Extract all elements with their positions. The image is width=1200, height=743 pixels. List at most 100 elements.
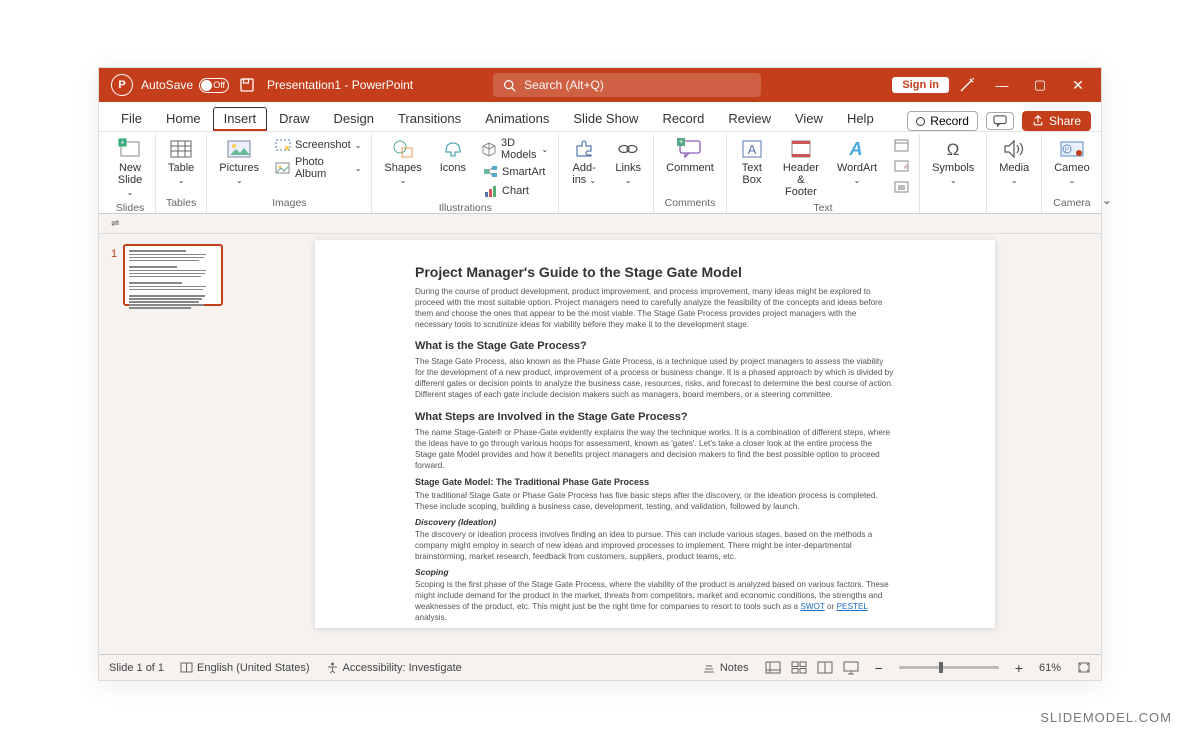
- zoom-slider[interactable]: [899, 666, 999, 669]
- tab-view[interactable]: View: [783, 106, 835, 131]
- heading-traditional: Stage Gate Model: The Traditional Phase …: [415, 477, 895, 487]
- tab-record[interactable]: Record: [650, 106, 716, 131]
- zoom-out-button[interactable]: −: [875, 660, 883, 676]
- 3d-models-button[interactable]: 3D Models ⌄: [480, 136, 550, 162]
- omega-icon: Ω: [940, 138, 966, 160]
- comment-icon: +: [677, 138, 703, 160]
- shapes-button[interactable]: Shapes⌄: [380, 136, 425, 188]
- link-pestel[interactable]: PESTEL: [837, 602, 868, 611]
- photo-album-button[interactable]: Photo Album ⌄: [273, 155, 363, 181]
- svg-text:A: A: [748, 142, 757, 157]
- slide-thumbnail-panel[interactable]: 1: [99, 234, 229, 654]
- ribbon-group-illustrations: Shapes⌄ Icons 3D Models ⌄ SmartArt Chart…: [372, 134, 559, 213]
- object-icon: [893, 179, 909, 195]
- smartart-icon: [482, 164, 498, 180]
- title-bar: P AutoSave Off Presentation1 - PowerPoin…: [99, 68, 1101, 102]
- zoom-in-button[interactable]: +: [1015, 660, 1023, 676]
- ribbon-group-images: Pictures⌄ Screenshot ⌄ Photo Album ⌄ Ima…: [207, 134, 372, 213]
- slide-counter[interactable]: Slide 1 of 1: [109, 662, 164, 674]
- object-button[interactable]: [891, 178, 911, 196]
- tab-insert[interactable]: Insert: [213, 107, 268, 131]
- slide-sorter-button[interactable]: [791, 661, 807, 675]
- share-button[interactable]: Share: [1022, 111, 1091, 131]
- slide-editor-area[interactable]: Project Manager's Guide to the Stage Gat…: [229, 234, 1101, 654]
- slide-thumbnail-1[interactable]: 1: [123, 244, 223, 306]
- textbox-button[interactable]: A TextBox: [735, 136, 769, 188]
- svg-text:+: +: [120, 140, 124, 147]
- date-time-icon: [893, 137, 909, 153]
- slide-number-button[interactable]: #: [891, 157, 911, 175]
- new-slide-icon: +: [117, 138, 143, 160]
- tab-design[interactable]: Design: [322, 106, 386, 131]
- table-button[interactable]: Table⌄: [164, 136, 198, 188]
- svg-text:Ω: Ω: [947, 140, 960, 159]
- record-button[interactable]: Record: [907, 111, 978, 131]
- qat-customize-icon[interactable]: ⇌: [111, 218, 119, 229]
- slideshow-view-button[interactable]: [843, 661, 859, 675]
- accessibility-button[interactable]: Accessibility: Investigate: [326, 661, 462, 674]
- ribbon-group-text: A TextBox Header& Footer A WordArt⌄ # Te…: [727, 134, 920, 213]
- chart-button[interactable]: Chart: [480, 182, 550, 200]
- symbols-button[interactable]: Ω Symbols⌄: [928, 136, 978, 188]
- pictures-button[interactable]: Pictures⌄: [215, 136, 263, 188]
- collapse-ribbon-button[interactable]: ⌄: [1102, 193, 1112, 207]
- powerpoint-window: P AutoSave Off Presentation1 - PowerPoin…: [98, 67, 1102, 681]
- screenshot-icon: [275, 137, 291, 153]
- tab-review[interactable]: Review: [716, 106, 783, 131]
- cameo-button[interactable]: P Cameo⌄: [1050, 136, 1093, 188]
- zoom-level[interactable]: 61%: [1039, 662, 1061, 674]
- new-slide-button[interactable]: + NewSlide ⌄: [113, 136, 147, 200]
- screenshot-button[interactable]: Screenshot ⌄: [273, 136, 363, 154]
- save-icon[interactable]: [239, 77, 255, 93]
- ribbon-group-media: Media⌄: [987, 134, 1042, 213]
- autosave-label: AutoSave: [141, 78, 193, 92]
- reading-view-button[interactable]: [817, 661, 833, 675]
- language-button[interactable]: English (United States): [180, 661, 310, 674]
- search-box[interactable]: Search (Alt+Q): [493, 73, 761, 97]
- powerpoint-logo-icon: P: [111, 74, 133, 96]
- textbox-icon: A: [739, 138, 765, 160]
- tab-file[interactable]: File: [109, 106, 154, 131]
- normal-view-button[interactable]: [765, 661, 781, 675]
- svg-text:A: A: [849, 139, 863, 159]
- tab-help[interactable]: Help: [835, 106, 886, 131]
- minimize-button[interactable]: —: [983, 78, 1021, 93]
- quick-access-row: ⇌: [99, 214, 1101, 234]
- comment-button[interactable]: + Comment: [662, 136, 718, 176]
- wordart-button[interactable]: A WordArt⌄: [833, 136, 881, 188]
- heading-what-is: What is the Stage Gate Process?: [415, 340, 895, 352]
- toggle-switch[interactable]: Off: [199, 78, 229, 93]
- smartart-button[interactable]: SmartArt: [480, 163, 550, 181]
- tab-home[interactable]: Home: [154, 106, 213, 131]
- tab-transitions[interactable]: Transitions: [386, 106, 473, 131]
- tab-slideshow[interactable]: Slide Show: [561, 106, 650, 131]
- fit-to-window-button[interactable]: [1077, 661, 1091, 674]
- search-icon: [503, 79, 516, 92]
- heading-steps: What Steps are Involved in the Stage Gat…: [415, 411, 895, 423]
- book-icon: [180, 661, 193, 674]
- close-button[interactable]: ✕: [1059, 77, 1097, 94]
- date-time-button[interactable]: [891, 136, 911, 154]
- autosave-toggle[interactable]: AutoSave Off: [141, 78, 229, 93]
- icons-button[interactable]: Icons: [436, 136, 470, 176]
- tab-animations[interactable]: Animations: [473, 106, 561, 131]
- links-button[interactable]: Links⌄: [611, 136, 645, 188]
- link-icon: [615, 138, 641, 160]
- workspace: 1 Project Manager's Guide to: [99, 234, 1101, 654]
- header-footer-button[interactable]: Header& Footer: [779, 136, 823, 200]
- comments-pane-button[interactable]: [986, 112, 1014, 130]
- media-button[interactable]: Media⌄: [995, 136, 1033, 188]
- maximize-button[interactable]: ▢: [1021, 77, 1059, 93]
- record-dot-icon: [916, 117, 925, 126]
- signin-button[interactable]: Sign in: [892, 77, 949, 93]
- document-title: Presentation1 - PowerPoint: [267, 78, 413, 92]
- svg-text:#: #: [904, 165, 908, 171]
- thumbnail-number: 1: [111, 248, 117, 260]
- link-swot[interactable]: SWOT: [800, 602, 824, 611]
- heading-scoping: Scoping: [415, 567, 895, 577]
- notes-button[interactable]: Notes: [702, 662, 749, 674]
- addins-button[interactable]: Add-ins ⌄: [567, 136, 601, 188]
- slide-canvas[interactable]: Project Manager's Guide to the Stage Gat…: [315, 240, 995, 628]
- tab-draw[interactable]: Draw: [267, 106, 321, 131]
- coming-soon-icon[interactable]: [959, 77, 975, 93]
